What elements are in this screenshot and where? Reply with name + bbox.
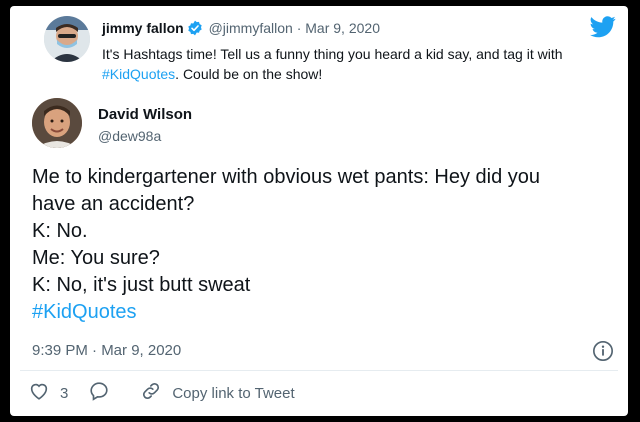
separator-dot: · (296, 20, 302, 36)
like-count: 3 (60, 384, 69, 402)
quoted-text: It's Hashtags time! Tell us a funny thin… (102, 44, 622, 84)
tweet-line: K: No, it's just butt sweat (32, 274, 251, 296)
tweet-line: have an accident? (32, 193, 195, 215)
twitter-bird-icon[interactable] (590, 16, 616, 43)
copy-link-label: Copy link to Tweet (172, 384, 295, 402)
heart-icon (28, 380, 60, 406)
verified-badge-icon (187, 20, 203, 39)
actions-divider (20, 370, 618, 371)
quoted-author-name[interactable]: jimmy fallon (102, 20, 184, 36)
tweet-line: Me to kindergartener with obvious wet pa… (32, 166, 541, 188)
reply-button[interactable] (88, 380, 120, 406)
link-icon (140, 380, 172, 406)
tweet-card: jimmy fallon @jimmyfallon · Mar 9, 2020 … (10, 6, 628, 416)
author-avatar[interactable] (32, 98, 82, 148)
tweet-text: Me to kindergartener with obvious wet pa… (32, 164, 612, 326)
tweet-timestamp[interactable]: 9:39 PM · Mar 9, 2020 (32, 342, 181, 359)
reply-bubble-icon (88, 380, 120, 406)
quoted-text-before: It's Hashtags time! Tell us a funny thin… (102, 46, 563, 62)
quoted-header: jimmy fallon @jimmyfallon · Mar 9, 2020 (102, 20, 380, 39)
info-icon[interactable] (592, 340, 614, 367)
quoted-hashtag-link[interactable]: #KidQuotes (102, 66, 175, 82)
tweet-hashtag-link[interactable]: #KidQuotes (32, 299, 612, 326)
tweet-actions: 3 Copy link to Tweet (28, 378, 315, 408)
quoted-tweet[interactable]: jimmy fallon @jimmyfallon · Mar 9, 2020 … (20, 8, 620, 94)
jimmy-fallon-avatar[interactable] (44, 16, 90, 62)
quoted-author-handle[interactable]: @jimmyfallon (209, 20, 293, 36)
tweet-line: K: No. (32, 220, 88, 242)
copy-link-button[interactable]: Copy link to Tweet (140, 380, 295, 406)
author-name[interactable]: David Wilson (98, 106, 192, 123)
like-button[interactable]: 3 (28, 380, 68, 406)
tweet-line: Me: You sure? (32, 247, 160, 269)
quoted-date[interactable]: Mar 9, 2020 (305, 20, 380, 36)
author-handle[interactable]: @dew98a (98, 128, 161, 144)
quoted-text-after: . Could be on the show! (175, 66, 323, 82)
